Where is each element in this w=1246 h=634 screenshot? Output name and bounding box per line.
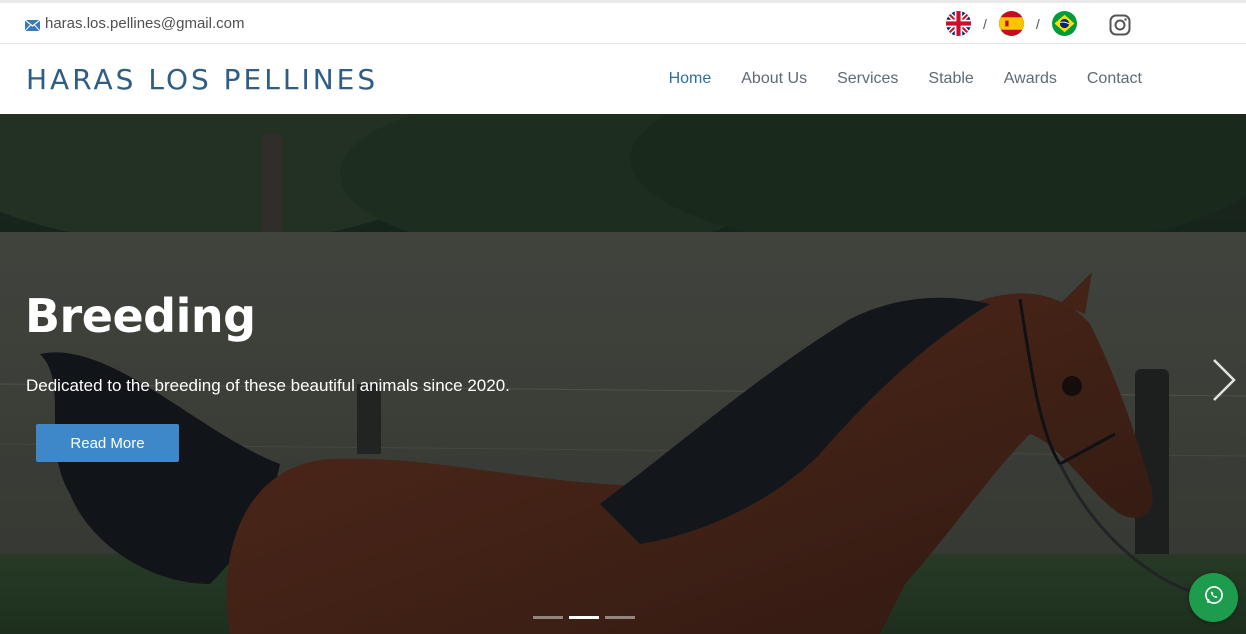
nav-services[interactable]: Services <box>837 70 898 88</box>
read-more-button[interactable]: Read More <box>36 424 179 462</box>
nav-awards[interactable]: Awards <box>1004 70 1057 88</box>
whatsapp-button[interactable] <box>1189 573 1238 622</box>
nav-home[interactable]: Home <box>669 70 712 88</box>
slide-indicator-3[interactable] <box>605 616 635 619</box>
slide-indicator-1[interactable] <box>533 616 563 619</box>
slide-indicator-2[interactable] <box>569 616 599 619</box>
nav-contact[interactable]: Contact <box>1087 70 1142 88</box>
contact-email[interactable]: haras.los.pellines@gmail.com <box>24 15 244 32</box>
envelope-icon <box>24 18 41 32</box>
slide-indicators <box>533 616 635 619</box>
top-bar: haras.los.pellines@gmail.com / / <box>0 0 1246 44</box>
site-logo-text[interactable]: HARAS LOS PELLINES <box>26 63 378 96</box>
whatsapp-icon <box>1203 584 1225 611</box>
nav-about-us[interactable]: About Us <box>741 70 807 88</box>
main-nav: Home About Us Services Stable Awards Con… <box>669 70 1142 88</box>
hero-horse-image <box>0 114 1246 634</box>
brazil-flag-icon[interactable] <box>1051 11 1077 36</box>
chevron-right-icon[interactable] <box>1210 358 1238 402</box>
language-separator: / <box>983 15 987 32</box>
hero-subtitle: Dedicated to the breeding of these beaut… <box>26 376 510 395</box>
uk-flag-icon[interactable] <box>946 11 971 36</box>
hero-title: Breeding <box>25 289 256 343</box>
instagram-icon[interactable] <box>1109 14 1131 36</box>
nav-stable[interactable]: Stable <box>928 70 973 88</box>
email-text[interactable]: haras.los.pellines@gmail.com <box>45 15 244 32</box>
language-switcher: / / <box>946 11 1077 36</box>
site-header: HARAS LOS PELLINES Home About Us Service… <box>0 44 1246 114</box>
spain-flag-icon[interactable] <box>998 11 1024 36</box>
hero-slider: Breeding Dedicated to the breeding of th… <box>0 114 1246 634</box>
language-separator: / <box>1035 15 1040 32</box>
